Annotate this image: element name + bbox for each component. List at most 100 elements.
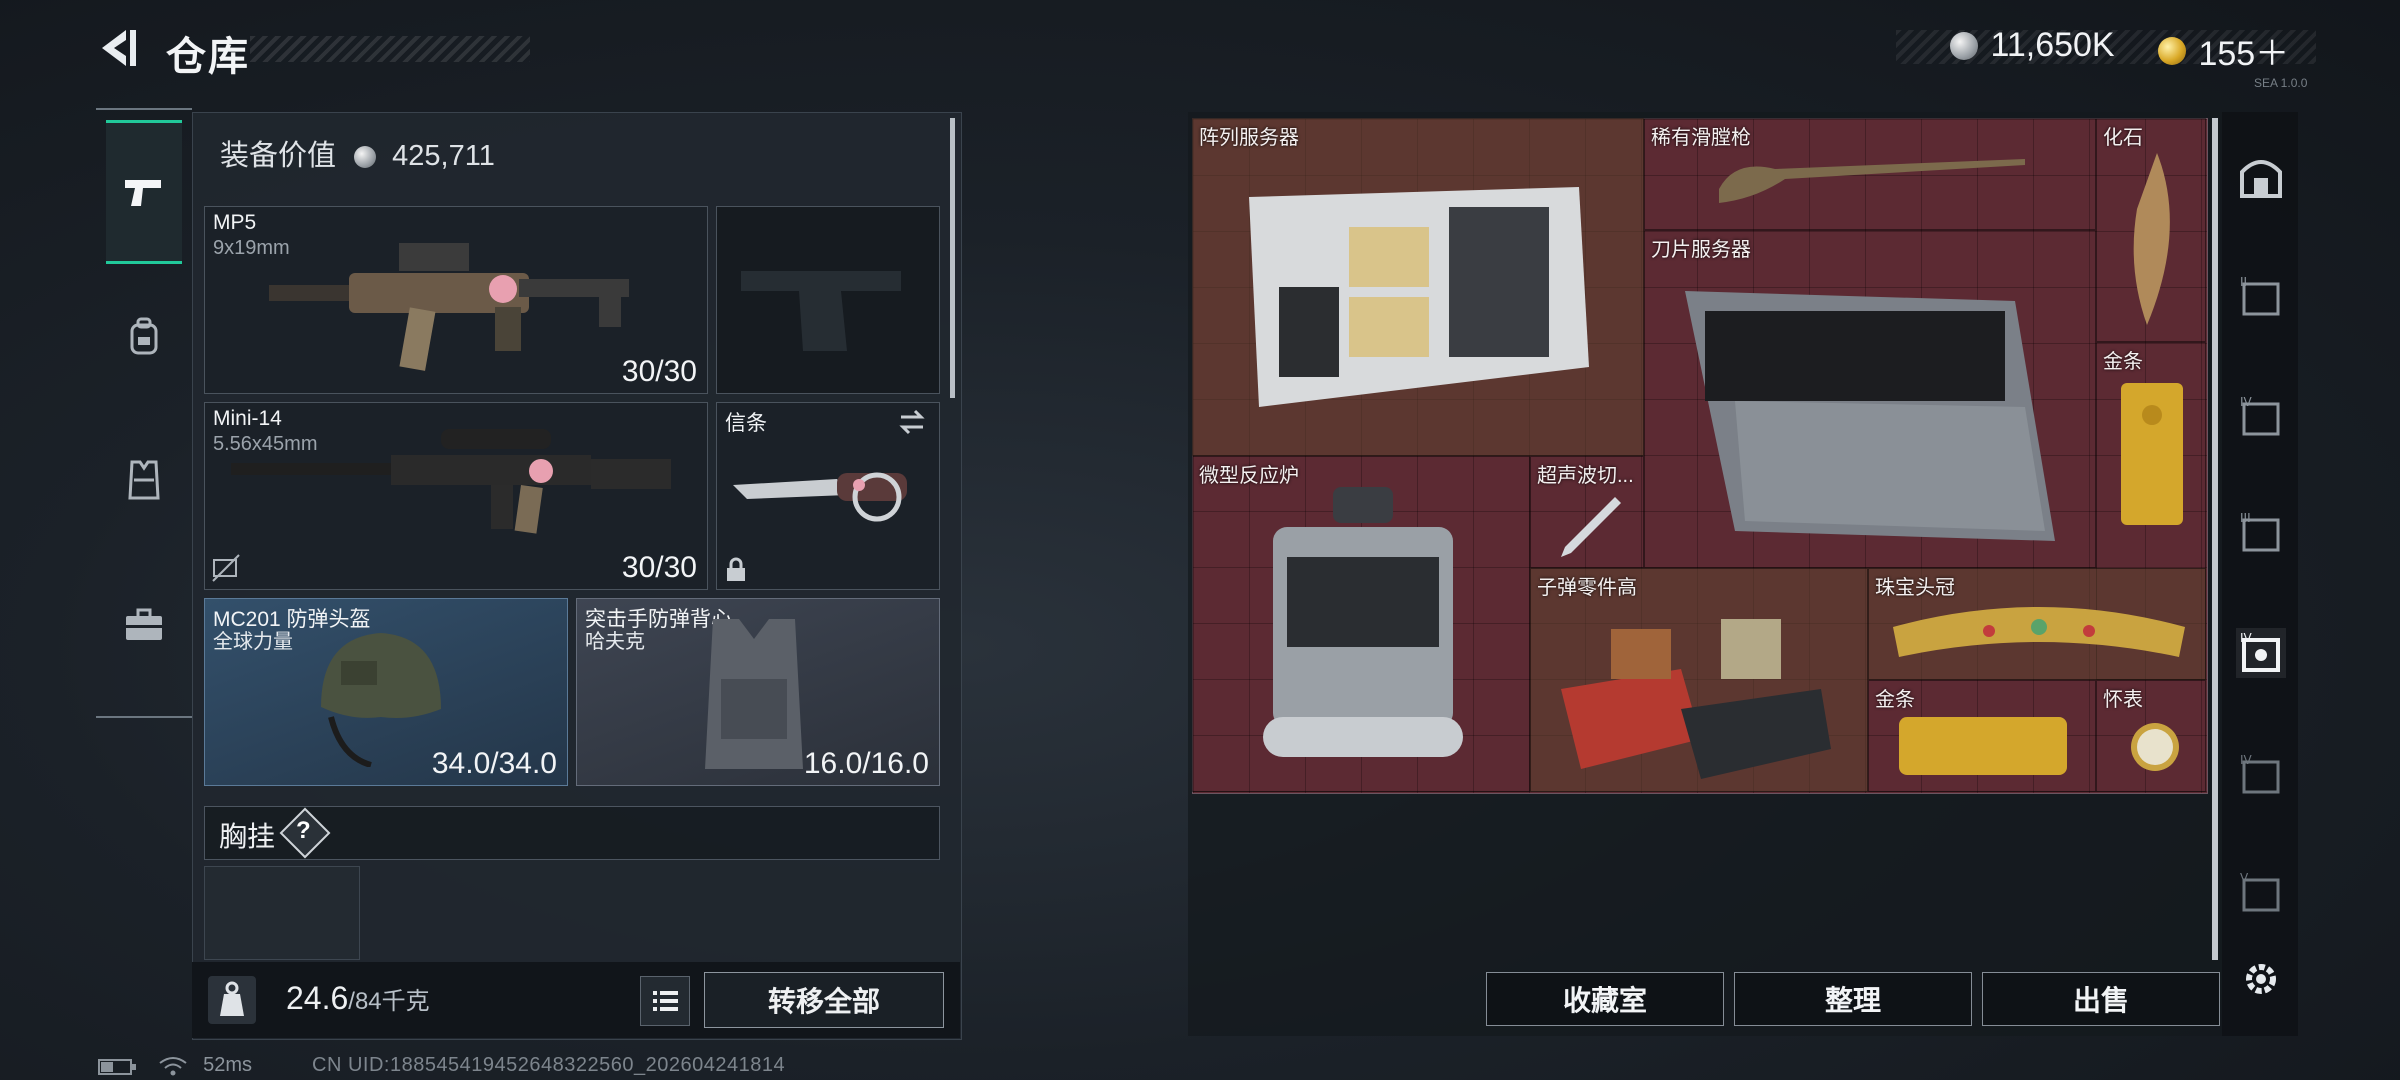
knife-image [733,472,907,522]
svg-text:IV: IV [2240,631,2253,645]
list-view-button[interactable] [640,976,690,1026]
item-name: 珠宝头冠 [1875,577,1955,599]
item-name: 阵列服务器 [1199,127,1299,149]
stash-tab-home[interactable] [2236,152,2286,202]
helmet-brand: 全球力量 [213,631,293,653]
list-icon [653,991,678,1011]
mini14-image [231,429,671,534]
loadout-scrollbar[interactable] [950,118,955,398]
stash-tab-4[interactable]: III [2236,508,2286,558]
settings-button[interactable] [2236,954,2286,1004]
version-note: SEA 1.0.0 [2254,76,2308,90]
currency-gold[interactable]: 155＋ [2158,26,2289,75]
chest-rig-label: 胸挂 [219,821,276,852]
armor-brand: 哈夫克 [585,631,645,653]
transfer-all-button[interactable]: 转移全部 [704,972,944,1028]
item-name: 超声波切... [1537,465,1634,487]
vest-image [705,619,803,769]
silver-amount: 11,650K [1990,26,2115,64]
category-rail [96,108,192,718]
swap-icon[interactable] [897,409,927,435]
pistol-icon [125,180,161,206]
stash-page-icon: V [2240,871,2280,912]
stash-item[interactable]: 微型反应炉 [1192,456,1530,792]
briefcase-icon [126,608,162,640]
stash-item[interactable]: 怀表 [2096,680,2206,792]
stash-item[interactable]: 化石 [2096,118,2206,342]
currency-silver[interactable]: 11,650K [1950,26,2115,65]
svg-text:IV: IV [2240,395,2253,409]
stash-item[interactable]: 阵列服务器 [1192,118,1644,456]
ultrasonic-cutter-image [1561,497,1621,557]
battery-icon [98,1058,136,1075]
weight-readout: 24.6/84千克 [286,980,430,1017]
sidearm-slot-empty[interactable] [716,206,940,394]
weight-kg-icon [208,976,256,1024]
item-name: 金条 [2103,351,2143,373]
primary-weapon-slot[interactable]: MP5 9x19mm 30/30 [204,206,708,394]
gold-amount: 155＋ [2198,35,2290,73]
silver-coin-icon [1950,31,1978,60]
stash-item[interactable]: 超声波切... [1530,456,1644,568]
weapon-ammo: 30/30 [621,551,697,584]
sell-button[interactable]: 出售 [1982,972,2220,1026]
stash-item[interactable]: 金条 [1868,680,2096,792]
gold-bar-image [1899,717,2067,775]
melee-slot[interactable]: 信条 [716,402,940,590]
micro-reactor-image [1263,487,1463,757]
stash-scrollbar[interactable] [2212,118,2218,960]
blade-server-image [1685,291,2055,541]
user-uid: CN UID:18854541945264832256​0_2026042418… [312,1054,786,1076]
equip-value-amount: 425,711 [392,140,495,172]
musket-image [1719,159,2025,203]
weight-current: 24.6 [286,980,349,1016]
helmet-slot[interactable]: MC201 防弹头盔 全球力量 34.0/34.0 [204,598,568,786]
no-attachment-icon [212,554,240,582]
svg-text:II: II [2240,275,2247,289]
vault-icon [2240,160,2282,198]
tab-backpack[interactable] [106,268,182,406]
gold-bar-image [2121,383,2183,525]
stash-item[interactable]: 稀有滑膛枪 [1644,118,2096,230]
weight-max: /84千克 [348,988,430,1015]
chest-rig-header[interactable]: 胸挂 ? [204,806,940,860]
secondary-weapon-slot[interactable]: Mini-14 5.56x45mm 30/30 [204,402,708,590]
chest-rig-slot[interactable] [204,866,360,960]
back-arrow-icon[interactable] [96,26,140,70]
stash-page-icon: IV [2240,753,2280,794]
svg-text:V: V [2240,871,2249,885]
stash-item[interactable]: 子弹零件高 [1530,568,1868,792]
item-name: 金条 [1875,689,1915,711]
jewel-crown-image [1893,607,2185,657]
pocket-watch-image [2131,723,2179,771]
svg-text:IV: IV [2240,753,2253,767]
armor-durability: 16.0/16.0 [803,747,929,780]
item-name: 刀片服务器 [1651,239,1751,261]
stash-tab-2[interactable]: II [2236,272,2286,322]
page-title: 仓库 [166,35,250,79]
tab-case[interactable] [106,556,182,694]
stash-page-icon: IV [2240,395,2280,436]
item-name: 化石 [2103,127,2143,149]
helmet-durability: 34.0/34.0 [431,747,557,780]
status-bar: 52ms [98,1054,252,1077]
stash-tab-active[interactable]: IV [2236,628,2286,678]
stash-tab-7[interactable]: V [2236,868,2286,918]
help-icon: ? [296,817,311,844]
organize-button[interactable]: 整理 [1734,972,1972,1026]
gold-coin-icon [2158,36,2186,65]
tab-weapons[interactable] [106,120,182,264]
array-server-image [1249,187,1589,407]
armor-slot[interactable]: 突击手防弹背心 哈夫克 16.0/16.0 [576,598,940,786]
stash-page-icon: III [2240,511,2280,552]
stash-item[interactable]: 珠宝头冠 [1868,568,2206,680]
weapon-ammo: 30/30 [621,355,697,388]
wifi-icon [158,1056,187,1076]
stash-item[interactable]: 刀片服务器 [1644,230,2096,568]
collection-room-button[interactable]: 收藏室 [1486,972,1724,1026]
stash-tab-3[interactable]: IV [2236,392,2286,442]
stash-tab-6[interactable]: IV [2236,750,2286,800]
tab-chest-rig[interactable] [106,410,182,548]
svg-text:III: III [2240,511,2251,525]
silver-coin-icon [354,146,377,169]
